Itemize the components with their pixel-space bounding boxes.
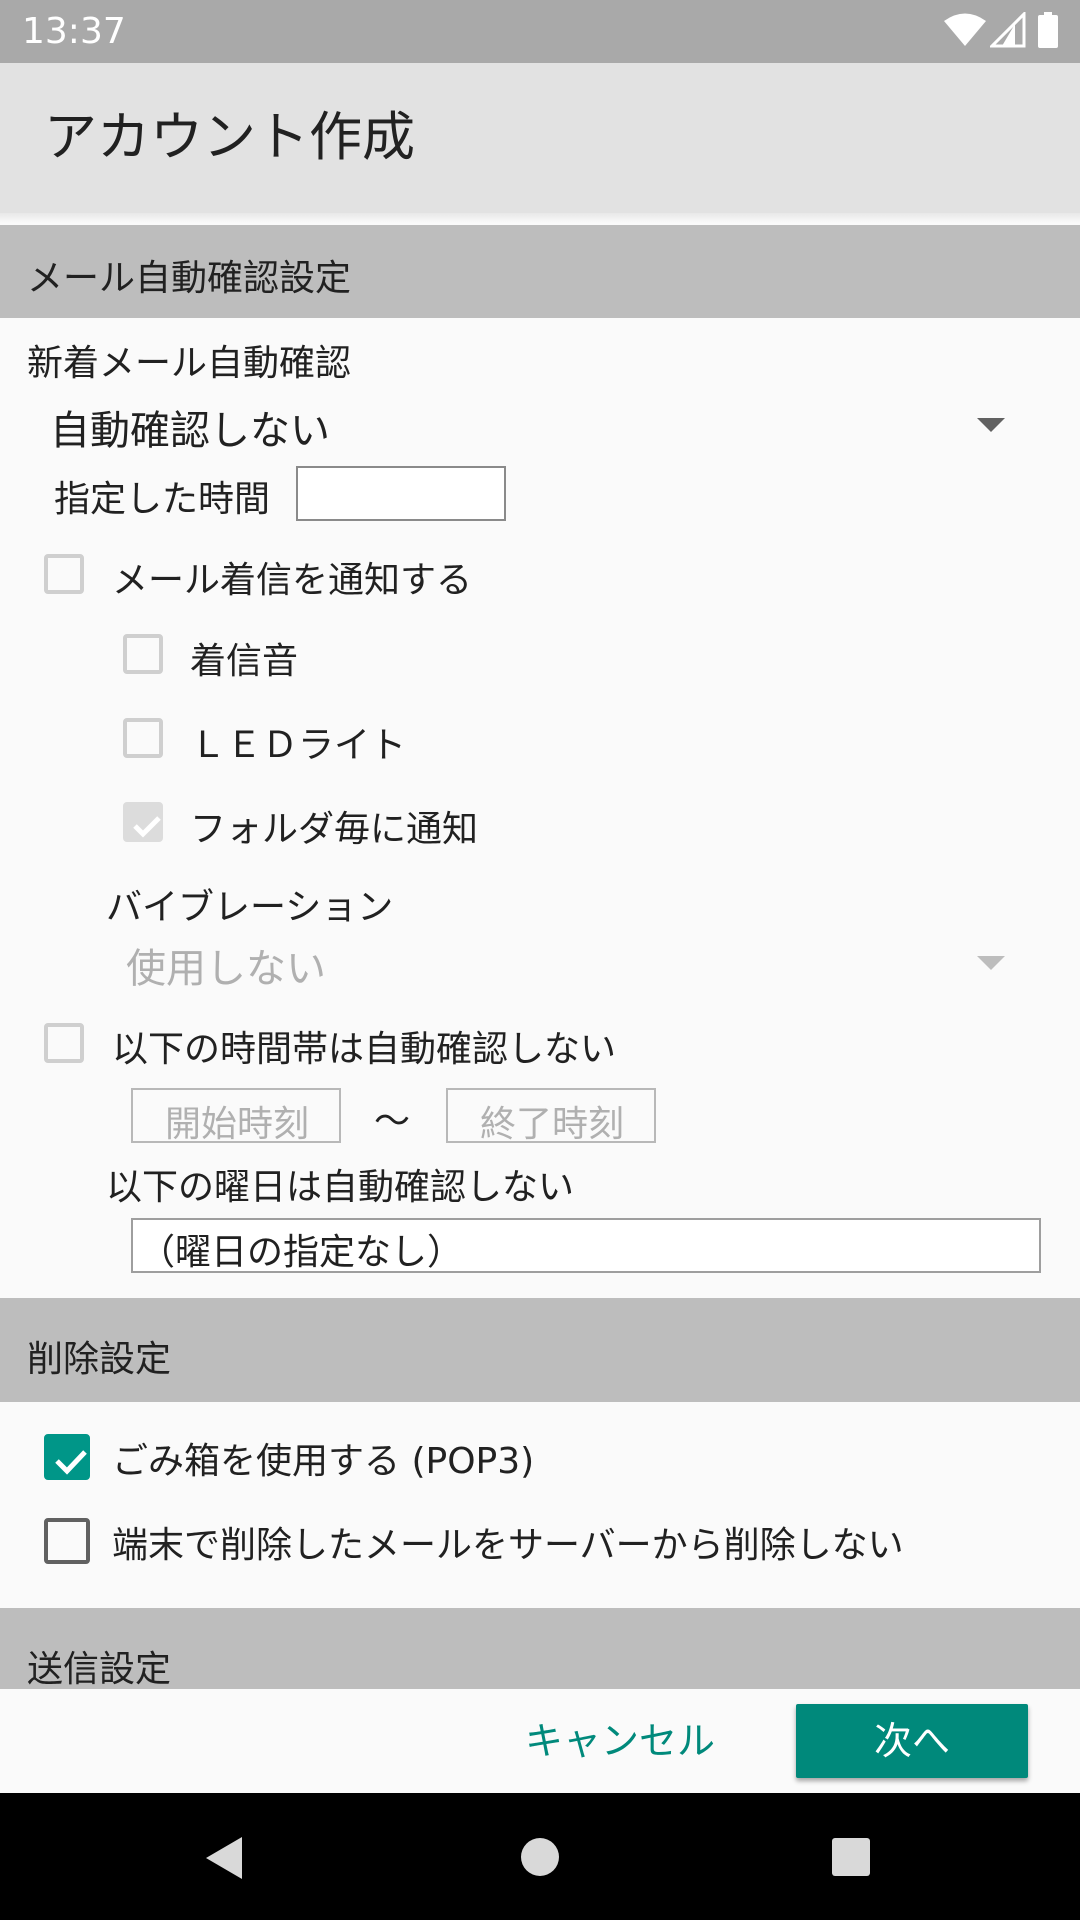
end-time-placeholder: 終了時刻 — [480, 1104, 625, 1145]
vibration-label: バイブレーション — [106, 887, 394, 928]
ringtone-label: 着信音 — [190, 641, 299, 682]
navigation-bar — [0, 1793, 1080, 1920]
trash-checkbox[interactable] — [44, 1434, 90, 1480]
status-time: 13:37 — [22, 11, 126, 52]
specified-time-label: 指定した時間 — [54, 479, 271, 520]
led-label: ＬＥＤライト — [190, 725, 407, 766]
status-bar: 13:37 — [0, 0, 1080, 63]
vibration-select[interactable]: 使用しない — [120, 932, 1020, 994]
trash-label: ごみ箱を使用する (POP3) — [112, 1441, 535, 1482]
page-title: アカウント作成 — [44, 107, 415, 168]
led-checkbox[interactable] — [123, 718, 163, 758]
exclude-time-label: 以下の時間帯は自動確認しない — [112, 1029, 617, 1070]
new-mail-auto-check-label: 新着メール自動確認 — [27, 343, 352, 384]
select-value: 自動確認しない — [50, 408, 330, 454]
days-value: （曜日の指定なし） — [139, 1232, 464, 1273]
tilde-separator: ～ — [374, 1101, 411, 1142]
battery-icon — [1038, 12, 1058, 48]
chevron-down-icon — [977, 956, 1005, 970]
section-title: 送信設定 — [27, 1649, 172, 1689]
keep-on-server-label: 端末で削除したメールをサーバーから削除しない — [112, 1525, 904, 1566]
exclude-time-checkbox-row[interactable]: 以下の時間帯は自動確認しない — [40, 1016, 680, 1074]
exclude-days-input[interactable]: （曜日の指定なし） — [131, 1218, 1041, 1273]
check-interval-select[interactable]: 自動確認しない — [40, 392, 1020, 458]
per-folder-checkbox-row[interactable]: フォルダ毎に通知 — [118, 796, 518, 854]
exclude-time-checkbox[interactable] — [44, 1023, 84, 1063]
ringtone-checkbox-row[interactable]: 着信音 — [118, 628, 418, 686]
end-time-input[interactable]: 終了時刻 — [446, 1088, 656, 1145]
section-header-delete: 削除設定 — [0, 1298, 1080, 1402]
led-checkbox-row[interactable]: ＬＥＤライト — [118, 712, 438, 770]
keep-on-server-checkbox[interactable] — [44, 1518, 90, 1564]
section-header-auto-check: メール自動確認設定 — [0, 225, 1080, 318]
ringtone-checkbox[interactable] — [123, 634, 163, 674]
wifi-icon — [944, 13, 986, 46]
trash-checkbox-row[interactable]: ごみ箱を使用する (POP3) — [40, 1426, 640, 1486]
start-time-input[interactable]: 開始時刻 — [131, 1088, 341, 1145]
check-icon — [55, 1450, 87, 1475]
specified-time-input[interactable] — [296, 466, 506, 521]
next-button[interactable]: 次へ — [796, 1704, 1028, 1778]
notify-checkbox-row[interactable]: メール着信を通知する — [40, 545, 540, 603]
check-icon — [133, 816, 161, 838]
notify-checkbox[interactable] — [44, 554, 84, 594]
back-icon[interactable] — [204, 1835, 246, 1881]
notify-label: メール着信を通知する — [112, 560, 473, 601]
per-folder-label: フォルダ毎に通知 — [190, 809, 479, 850]
section-title: 削除設定 — [27, 1339, 172, 1380]
keep-on-server-checkbox-row[interactable]: 端末で削除したメールをサーバーから削除しない — [40, 1510, 1040, 1570]
per-folder-checkbox[interactable] — [123, 802, 163, 842]
chevron-down-icon — [977, 418, 1005, 432]
app-bar-shadow — [0, 213, 1080, 223]
app-bar: アカウント作成 — [0, 63, 1080, 213]
home-icon[interactable] — [519, 1836, 561, 1878]
select-value: 使用しない — [126, 946, 326, 992]
exclude-days-label: 以下の曜日は自動確認しない — [106, 1167, 575, 1208]
section-title: メール自動確認設定 — [27, 258, 352, 299]
cell-signal-icon — [990, 12, 1026, 48]
cancel-button[interactable]: キャンセル — [505, 1703, 735, 1779]
recents-icon[interactable] — [830, 1836, 872, 1878]
section-header-send: 送信設定 — [0, 1608, 1080, 1689]
start-time-placeholder: 開始時刻 — [165, 1104, 310, 1145]
